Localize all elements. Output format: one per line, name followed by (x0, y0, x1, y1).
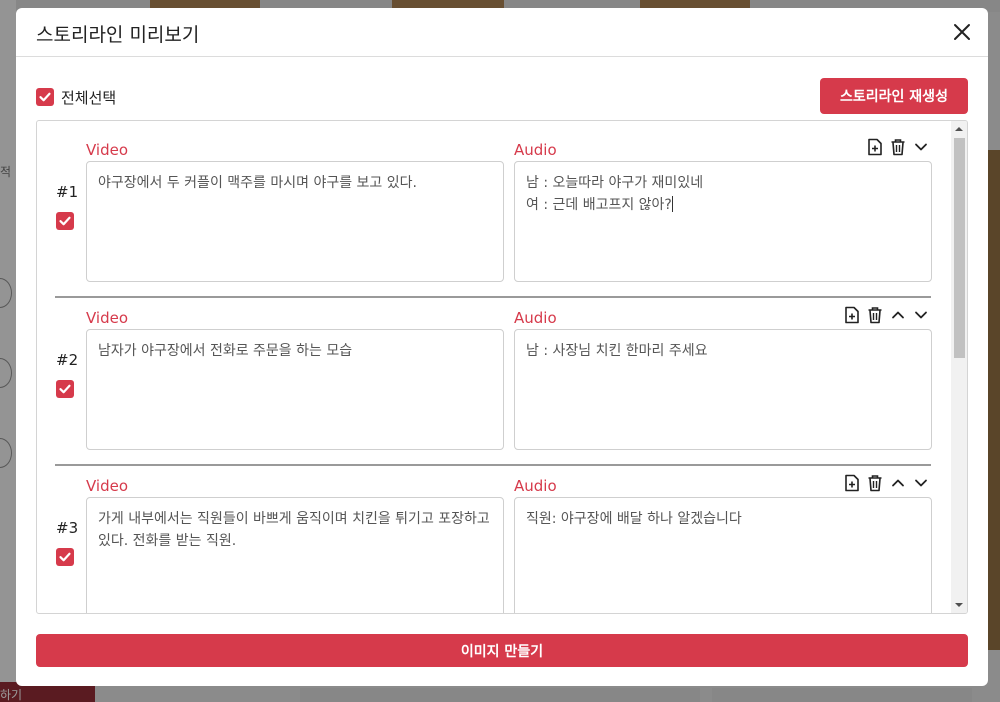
chevron-up-icon[interactable] (889, 305, 907, 325)
close-icon[interactable] (950, 20, 974, 44)
scene-number: #1 (56, 183, 79, 201)
audio-label: Audio (514, 141, 557, 159)
text-cursor (671, 196, 673, 212)
audio-script-field[interactable]: 남 : 오늘따라 야구가 재미있네 여 : 근데 배고프지 않아? (514, 161, 932, 282)
chevron-down-icon[interactable] (912, 137, 930, 157)
audio-script-text: 직원: 야구장에 배달 하나 알겠습니다 (526, 511, 742, 527)
scene-list: Video Audio #1 야구장에서 두 커플이 맥주를 마시며 야구를 보… (36, 120, 968, 614)
scene-checkbox[interactable] (56, 212, 74, 230)
scene-item: Video Audio #2 남자가 야구장에서 전화로 주문을 하는 모습 남… (37, 289, 951, 457)
trash-icon[interactable] (889, 137, 907, 157)
video-description-text: 남자가 야구장에서 전화로 주문을 하는 모습 (98, 343, 353, 359)
add-document-icon[interactable] (866, 137, 884, 157)
video-label: Video (86, 141, 129, 159)
audio-script-field[interactable]: 남 : 사장님 치킨 한마리 주세요 (514, 329, 932, 450)
scene-checkbox[interactable] (56, 380, 74, 398)
scene-list-scrollbar[interactable] (951, 121, 967, 613)
chevron-down-icon[interactable] (912, 473, 930, 493)
audio-script-field[interactable]: 직원: 야구장에 배달 하나 알겠습니다 (514, 497, 932, 613)
scene-item: Video Audio #1 야구장에서 두 커플이 맥주를 마시며 야구를 보… (37, 121, 951, 289)
make-images-button[interactable]: 이미지 만들기 (36, 634, 968, 667)
trash-icon[interactable] (866, 473, 884, 493)
modal-header: 스토리라인 미리보기 (16, 8, 988, 57)
audio-label: Audio (514, 309, 557, 327)
video-description-field[interactable]: 야구장에서 두 커플이 맥주를 마시며 야구를 보고 있다. (86, 161, 504, 282)
scene-tools (843, 472, 930, 494)
scene-number: #2 (56, 351, 79, 369)
video-label: Video (86, 309, 129, 327)
scene-tools (843, 304, 930, 326)
trash-icon[interactable] (866, 305, 884, 325)
modal-title: 스토리라인 미리보기 (36, 24, 200, 46)
select-all-label: 전체선택 (61, 88, 117, 107)
audio-label: Audio (514, 477, 557, 495)
scene-list-content: Video Audio #1 야구장에서 두 커플이 맥주를 마시며 야구를 보… (37, 121, 951, 613)
select-all[interactable]: 전체선택 (36, 87, 116, 107)
video-description-text: 야구장에서 두 커플이 맥주를 마시며 야구를 보고 있다. (98, 175, 417, 191)
scroll-down-arrow-icon[interactable] (951, 597, 967, 613)
regenerate-storyline-button[interactable]: 스토리라인 재생성 (820, 78, 968, 114)
video-description-field[interactable]: 가게 내부에서는 직원들이 바쁘게 움직이며 치킨을 튀기고 포장하고 있다. … (86, 497, 504, 613)
audio-script-line: 남 : 오늘따라 야구가 재미있네 (526, 175, 704, 191)
scroll-up-arrow-icon[interactable] (951, 121, 967, 137)
add-document-icon[interactable] (843, 305, 861, 325)
chevron-down-icon[interactable] (912, 305, 930, 325)
audio-script-line: 여 : 근데 배고프지 않아? (526, 197, 672, 213)
chevron-up-icon[interactable] (889, 473, 907, 493)
video-description-text: 가게 내부에서는 직원들이 바쁘게 움직이며 치킨을 튀기고 포장하고 있다. … (98, 511, 495, 549)
scene-tools (866, 136, 930, 158)
scrollbar-thumb[interactable] (954, 138, 965, 358)
scene-item: Video Audio #3 가게 내부에서는 직원들이 바쁘게 움직이며 치킨… (37, 457, 951, 613)
video-label: Video (86, 477, 129, 495)
add-document-icon[interactable] (843, 473, 861, 493)
audio-script-text: 남 : 사장님 치킨 한마리 주세요 (526, 343, 708, 359)
select-all-checkbox[interactable] (36, 88, 54, 106)
storyline-preview-modal: 스토리라인 미리보기 전체선택 스토리라인 재생성 Video Audio #1… (16, 8, 988, 686)
scene-number: #3 (56, 519, 79, 537)
scene-checkbox[interactable] (56, 548, 74, 566)
video-description-field[interactable]: 남자가 야구장에서 전화로 주문을 하는 모습 (86, 329, 504, 450)
